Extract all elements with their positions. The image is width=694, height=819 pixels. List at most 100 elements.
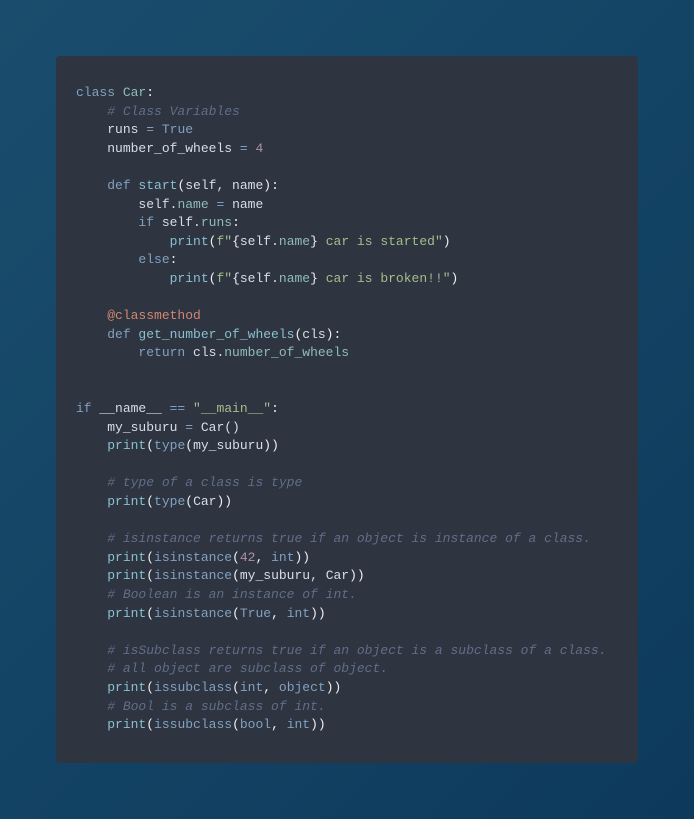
op: = [185, 420, 193, 435]
print: print [107, 438, 146, 453]
str: "__main__" [185, 401, 271, 416]
brace: { [232, 271, 240, 286]
colon: : [146, 85, 154, 100]
prop: name [279, 271, 310, 286]
paren: )) [326, 680, 342, 695]
cls: cls. [185, 345, 224, 360]
print: print [107, 494, 146, 509]
kw-if: if [138, 215, 154, 230]
class-name: Car [123, 85, 146, 100]
print: print [107, 680, 146, 695]
int: int [287, 606, 310, 621]
decorator: @classmethod [107, 308, 201, 323]
fn-name: start [131, 178, 178, 193]
kw-return: return [138, 345, 185, 360]
comma: , [263, 680, 279, 695]
object: object [279, 680, 326, 695]
paren: )) [216, 494, 232, 509]
paren: ( [146, 550, 154, 565]
comment: # isinstance returns true if an object i… [107, 531, 591, 546]
self: self. [154, 215, 201, 230]
paren: ) [451, 271, 459, 286]
print: print [170, 234, 209, 249]
num: 42 [240, 550, 256, 565]
comma: , [271, 717, 287, 732]
fstr: f" [216, 271, 232, 286]
comma: , [271, 606, 287, 621]
paren: ): [326, 327, 342, 342]
params: cls [302, 327, 325, 342]
kw-def: def [107, 327, 130, 342]
print: print [107, 606, 146, 621]
paren: ( [232, 606, 240, 621]
type: type [154, 494, 185, 509]
fn-name: get_number_of_wheels [131, 327, 295, 342]
dunder: __name__ [92, 401, 170, 416]
print: print [107, 568, 146, 583]
paren: ( [185, 438, 193, 453]
op: == [170, 401, 186, 416]
kw-class: class [76, 85, 115, 100]
comment: # Boolean is an instance of int. [107, 587, 357, 602]
num: 4 [248, 141, 264, 156]
colon: : [170, 252, 178, 267]
code-content: class Car: # Class Variables runs = True… [76, 84, 618, 735]
paren: ( [146, 494, 154, 509]
isinstance: isinstance [154, 606, 232, 621]
self: self. [240, 234, 279, 249]
prop: number_of_wheels [224, 345, 349, 360]
int: int [240, 680, 263, 695]
bool: bool [240, 717, 271, 732]
call: Car() [193, 420, 240, 435]
comment: # all object are subclass of object. [107, 661, 388, 676]
paren: ( [146, 438, 154, 453]
paren: )) [295, 550, 311, 565]
paren: ( [232, 717, 240, 732]
params: self, name [185, 178, 263, 193]
brace: } [310, 271, 318, 286]
type: type [154, 438, 185, 453]
comment: # Bool is a subclass of int. [107, 699, 325, 714]
paren: ): [263, 178, 279, 193]
comma: , [255, 550, 271, 565]
prop: name [279, 234, 310, 249]
op: = [240, 141, 248, 156]
paren: )) [349, 568, 365, 583]
val: name [224, 197, 263, 212]
kw-if: if [76, 401, 92, 416]
comment: # type of a class is type [107, 475, 302, 490]
print: print [107, 550, 146, 565]
code-block: class Car: # Class Variables runs = True… [56, 56, 638, 763]
print: print [107, 717, 146, 732]
comment: # Class Variables [107, 104, 240, 119]
op: = [146, 122, 154, 137]
paren: ( [232, 568, 240, 583]
paren: ( [146, 606, 154, 621]
isinstance: isinstance [154, 568, 232, 583]
paren: ( [232, 680, 240, 695]
paren: ) [443, 234, 451, 249]
op: = [209, 197, 225, 212]
args: my_suburu, Car [240, 568, 349, 583]
brace: } [310, 234, 318, 249]
issubclass: issubclass [154, 680, 232, 695]
issubclass: issubclass [154, 717, 232, 732]
paren: ( [146, 680, 154, 695]
bool: True [240, 606, 271, 621]
int: int [271, 550, 294, 565]
kw-else: else [138, 252, 169, 267]
paren: ( [185, 494, 193, 509]
int: int [287, 717, 310, 732]
paren: )) [310, 606, 326, 621]
prop: runs [201, 215, 232, 230]
isinstance: isinstance [154, 550, 232, 565]
str: car is broken!!" [318, 271, 451, 286]
self: self. [138, 197, 177, 212]
self: self. [240, 271, 279, 286]
var: my_suburu [107, 420, 185, 435]
str: car is started" [318, 234, 443, 249]
var: number_of_wheels [107, 141, 240, 156]
paren: ( [146, 717, 154, 732]
kw-def: def [107, 178, 130, 193]
arg: my_suburu [193, 438, 263, 453]
